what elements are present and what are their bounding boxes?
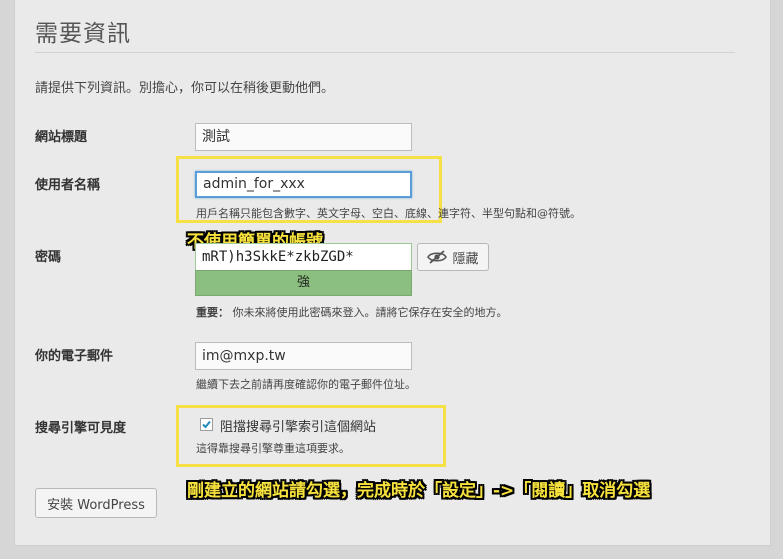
password-input[interactable]: mRT)h3SkkE*zkbZGD* [195, 243, 412, 270]
install-wordpress-button[interactable]: 安裝 WordPress [35, 488, 157, 518]
username-input[interactable]: admin_for_xxx [195, 171, 412, 198]
password-note-bold: 重要： [196, 306, 229, 319]
hide-password-label: 隱藏 [452, 251, 479, 267]
password-label: 密碼 [35, 250, 62, 265]
visibility-label: 搜尋引擎可見度 [35, 421, 127, 436]
visibility-highlight-box [176, 405, 446, 467]
visibility-annotation: 剛建立的網站請勾選，完成時於「設定」->「閱讀」取消勾選 [187, 481, 651, 501]
password-note: 重要： 你未來將使用此密碼來登入。請將它保存在安全的地方。 [196, 304, 508, 320]
site-title-label: 網站標題 [35, 130, 88, 145]
email-hint: 繼續下去之前請再度確認你的電子郵件位址。 [196, 378, 416, 391]
email-label: 你的電子郵件 [35, 349, 114, 364]
page-title: 需要資訊 [35, 21, 131, 47]
email-input[interactable]: im@mxp.tw [195, 342, 412, 370]
eye-slash-icon [427, 250, 448, 264]
checkmark-icon [202, 420, 211, 429]
discourage-search-checkbox[interactable] [200, 418, 213, 431]
username-label: 使用者名稱 [35, 178, 101, 193]
hide-password-button[interactable]: 隱藏 [417, 243, 489, 271]
visibility-hint: 這得靠搜尋引擎尊重這項要求。 [196, 442, 350, 455]
visibility-checkbox-label[interactable]: 阻擋搜尋引擎索引這個網站 [220, 416, 376, 435]
password-strength-meter: 強 [195, 270, 412, 296]
title-divider [35, 52, 735, 53]
username-hint: 用戶名稱只能包含數字、英文字母、空白、底線、連字符、半型句點和@符號。 [196, 207, 581, 220]
intro-text: 請提供下列資訊。別擔心，你可以在稍後更動他們。 [35, 81, 335, 96]
site-title-input[interactable]: 測試 [195, 123, 412, 151]
password-note-text: 你未來將使用此密碼來登入。請將它保存在安全的地方。 [229, 306, 508, 319]
